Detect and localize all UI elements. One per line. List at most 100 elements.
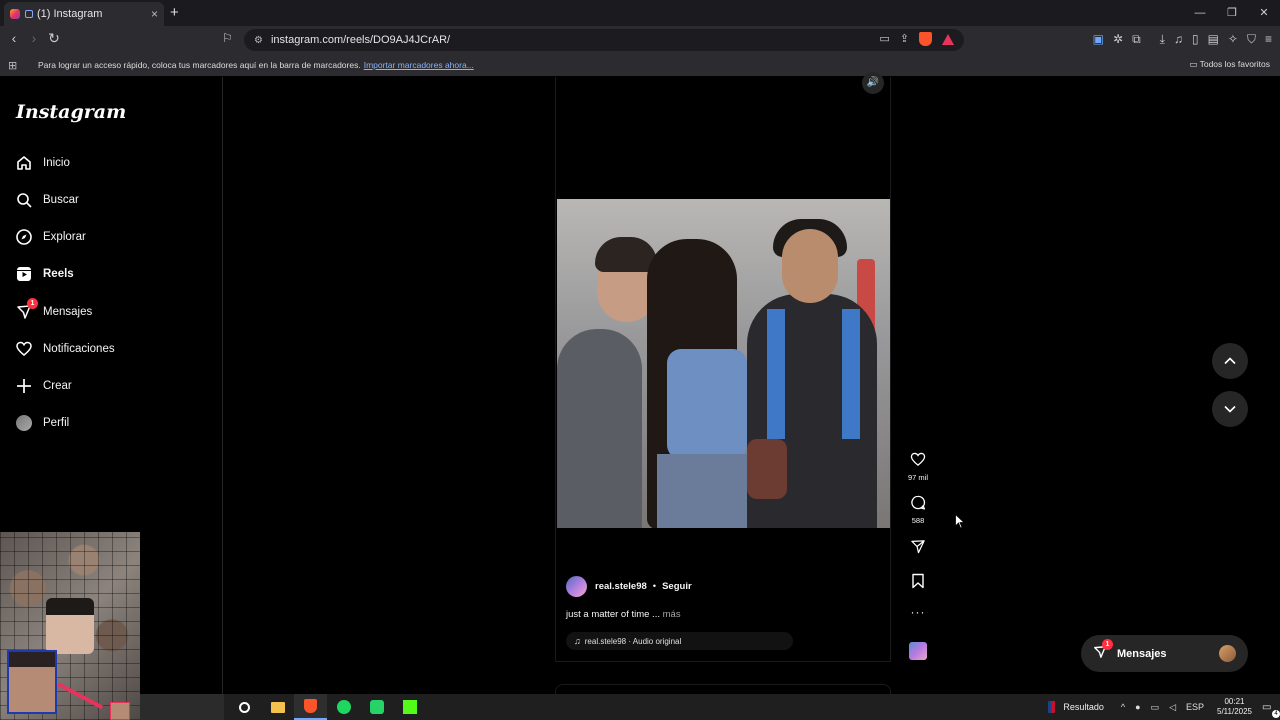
close-window-icon[interactable]: ✕ — [1248, 0, 1280, 26]
minimize-icon[interactable]: — — [1184, 0, 1216, 26]
microphone-icon[interactable]: ● — [1135, 702, 1140, 712]
more-options-icon[interactable]: ··· — [903, 605, 933, 619]
mouse-cursor-icon — [955, 514, 965, 529]
brave-rewards-icon[interactable] — [942, 34, 954, 45]
forward-icon[interactable]: › — [24, 30, 44, 46]
apps-grid-icon[interactable]: ⊞ — [8, 59, 20, 72]
import-bookmarks-link[interactable]: Importar marcadores ahora... — [364, 60, 474, 70]
nav-mensajes[interactable]: 1 Mensajes — [16, 298, 206, 326]
window-controls: — ❐ ✕ — [1184, 0, 1280, 26]
like-button[interactable]: 97 mil — [903, 452, 933, 482]
extension-icon[interactable]: ▣ — [1093, 32, 1104, 47]
new-tab-button[interactable]: + — [170, 4, 179, 21]
comment-button[interactable]: 588 — [903, 495, 933, 525]
browser-tab[interactable]: (1) Instagram × — [4, 2, 164, 26]
nav-explorar[interactable]: Explorar — [16, 223, 206, 251]
nav-crear[interactable]: Crear — [16, 372, 206, 400]
notification-center-icon[interactable]: ▭ 4 — [1262, 702, 1280, 718]
audio-pill[interactable]: ♫ real.stele98 · Audio original — [566, 632, 793, 650]
nav-label: Inicio — [43, 157, 70, 169]
sports-widget[interactable]: Resultado — [1048, 701, 1104, 713]
volume-icon[interactable]: ◁ — [1169, 702, 1176, 713]
nav-reels[interactable]: Reels — [16, 260, 206, 288]
messages-pill-badge: 1 — [1102, 639, 1113, 650]
avatar — [16, 415, 32, 431]
back-icon[interactable]: ‹ — [4, 30, 24, 46]
screenshot-icon[interactable]: ⧉ — [1132, 32, 1141, 47]
menu-icon[interactable]: ≡ — [1265, 32, 1272, 47]
instagram-favicon-icon — [10, 9, 20, 19]
webcam-overlay — [0, 532, 140, 720]
nav-buscar[interactable]: Buscar — [16, 186, 206, 214]
vpn-icon[interactable]: ⛉ — [1247, 32, 1256, 47]
omnibox-icons: ▭ ⇪ — [879, 32, 954, 46]
caption-more-link[interactable]: más — [663, 609, 681, 620]
share-icon[interactable]: ⇪ — [900, 32, 909, 46]
nav-inicio[interactable]: Inicio — [16, 149, 206, 177]
messages-floating-button[interactable]: 1 Mensajes — [1081, 635, 1248, 672]
webcam-feed — [7, 650, 57, 714]
clock-time: 00:21 — [1224, 697, 1245, 706]
author-username[interactable]: real.stele98 — [595, 581, 647, 592]
reload-icon[interactable]: ↻ — [44, 30, 64, 47]
volume-icon[interactable]: 🔊 — [862, 72, 884, 94]
url-text: instagram.com/reels/DO9AJ4JCrAR/ — [270, 34, 451, 46]
video-person-right-head — [782, 229, 838, 303]
browser-tabbar: (1) Instagram × + — ❐ ✕ — [0, 0, 1280, 26]
brave-shields-icon[interactable] — [919, 32, 932, 46]
taskbar-search[interactable] — [140, 694, 224, 720]
address-bar[interactable]: ⚙ instagram.com/reels/DO9AJ4JCrAR/ ▭ ⇪ — [244, 29, 964, 51]
folder-icon: ▭ — [1189, 59, 1198, 69]
whatsapp-taskbar-button[interactable] — [360, 694, 393, 720]
file-explorer-button[interactable] — [261, 694, 294, 720]
spotify-taskbar-button[interactable] — [327, 694, 360, 720]
tab-close-icon[interactable]: × — [151, 7, 158, 21]
messenger-icon: 1 — [1093, 639, 1113, 662]
media-icon[interactable]: ♫ — [1174, 32, 1183, 47]
avatar — [1219, 645, 1236, 662]
cortana-button[interactable] — [228, 694, 261, 720]
nav-perfil[interactable]: Perfil — [16, 409, 206, 437]
puzzle-icon[interactable]: ✲ — [1113, 32, 1123, 47]
next-reel-button[interactable] — [1212, 391, 1248, 427]
clock[interactable]: 00:21 5/11/2025 — [1217, 697, 1252, 717]
brave-icon — [304, 699, 317, 713]
save-button[interactable] — [903, 573, 933, 594]
instagram-logo[interactable]: Instagram — [16, 101, 126, 123]
browser-toolbar: ‹ › ↻ ⚐ ⚙ instagram.com/reels/DO9AJ4JCrA… — [0, 26, 1280, 54]
search-icon — [16, 192, 32, 208]
wallet-icon[interactable]: ▤ — [1208, 32, 1219, 47]
comment-icon — [911, 495, 926, 510]
language-indicator[interactable]: ESP — [1186, 702, 1204, 712]
download-icon[interactable]: ⤓ — [1160, 32, 1165, 47]
plus-icon — [16, 378, 32, 394]
reel-video[interactable] — [557, 199, 890, 528]
chevron-up-icon[interactable]: ^ — [1121, 702, 1125, 712]
all-favorites[interactable]: ▭ Todos los favoritos — [1189, 59, 1270, 70]
audio-thumbnail[interactable] — [909, 642, 927, 660]
bookmark-icon[interactable]: ⚐ — [222, 31, 233, 45]
reels-icon — [16, 266, 32, 282]
video-backpack-strap-right — [842, 309, 860, 439]
avatar[interactable] — [566, 576, 587, 597]
share-button[interactable] — [903, 539, 933, 559]
sidebar-icon[interactable]: ▯ — [1192, 32, 1199, 47]
network-icon[interactable]: ▭ — [1151, 702, 1160, 713]
page-scrollbar[interactable] — [1272, 77, 1280, 694]
leo-icon[interactable]: ✧ — [1228, 32, 1238, 47]
site-info-icon[interactable]: ⚙ — [254, 35, 263, 46]
brave-taskbar-button[interactable] — [294, 694, 327, 720]
notification-count: 4 — [1272, 709, 1280, 718]
center-face-image — [46, 598, 94, 654]
all-favorites-label: Todos los favoritos — [1199, 59, 1270, 69]
nav-notificaciones[interactable]: Notificaciones — [16, 335, 206, 363]
follow-button[interactable]: Seguir — [662, 581, 692, 592]
cast-icon[interactable]: ▭ — [879, 32, 889, 46]
nav-label: Crear — [43, 380, 72, 392]
restore-icon[interactable]: ❐ — [1216, 0, 1248, 26]
bookmark-icon — [912, 573, 924, 589]
kick-taskbar-button[interactable] — [393, 694, 426, 720]
previous-reel-button[interactable] — [1212, 343, 1248, 379]
tab-title: (1) Instagram — [37, 8, 103, 20]
whatsapp-icon — [369, 700, 384, 714]
